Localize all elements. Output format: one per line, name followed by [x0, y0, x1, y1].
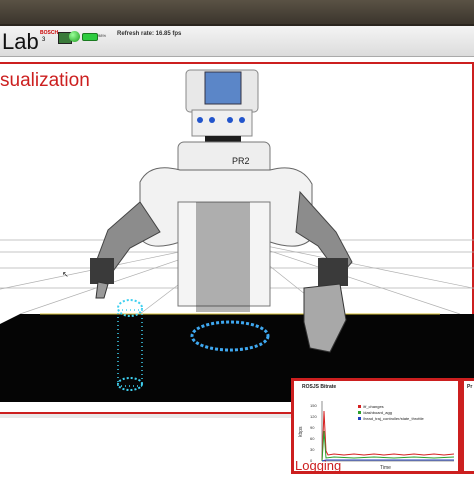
legend-swatch-2: [358, 417, 361, 420]
legend-label-2: /head_traj_controller/state_throttle: [363, 416, 424, 421]
status-light-icon: [69, 31, 80, 42]
robot-label: PR2: [232, 156, 250, 166]
mouse-cursor-icon: ↖: [62, 270, 69, 279]
ytick-30: 30: [310, 447, 315, 452]
x-axis-label: Time: [380, 465, 391, 471]
legend-swatch-1: [358, 411, 361, 414]
ytick-150: 150: [310, 403, 317, 408]
battery-icon: [82, 33, 98, 41]
rosjs-bitrate-title: ROSJS Bitrate: [302, 384, 337, 390]
refresh-rate-label: Refresh rate: 16.85 fps: [117, 31, 182, 37]
second-panel-title: Pr: [467, 384, 473, 390]
visualization-title: sualization: [0, 70, 90, 91]
logo-sub-text: 3: [42, 37, 46, 43]
second-panel[interactable]: Pr: [461, 378, 474, 474]
ytick-90: 90: [310, 425, 315, 430]
3d-viewport[interactable]: PR2: [0, 62, 474, 414]
y-axis-label: kbps: [298, 426, 304, 437]
ytick-60: 60: [310, 436, 315, 441]
logo-bosch-text: BOSCH: [40, 30, 59, 36]
ytick-120: 120: [310, 414, 317, 419]
series-dashboard-agg: [321, 430, 455, 462]
battery-percent: 98%: [98, 33, 107, 38]
legend-label-1: /dashboard_agg: [363, 410, 392, 415]
window-title-bar: [0, 0, 474, 26]
app-logo: Lab: [2, 29, 39, 54]
pr2-robot: PR2: [90, 69, 353, 353]
logging-title: Logging: [295, 458, 342, 473]
legend-swatch-0: [358, 405, 361, 408]
legend-label-0: /tf_changes: [363, 404, 384, 409]
